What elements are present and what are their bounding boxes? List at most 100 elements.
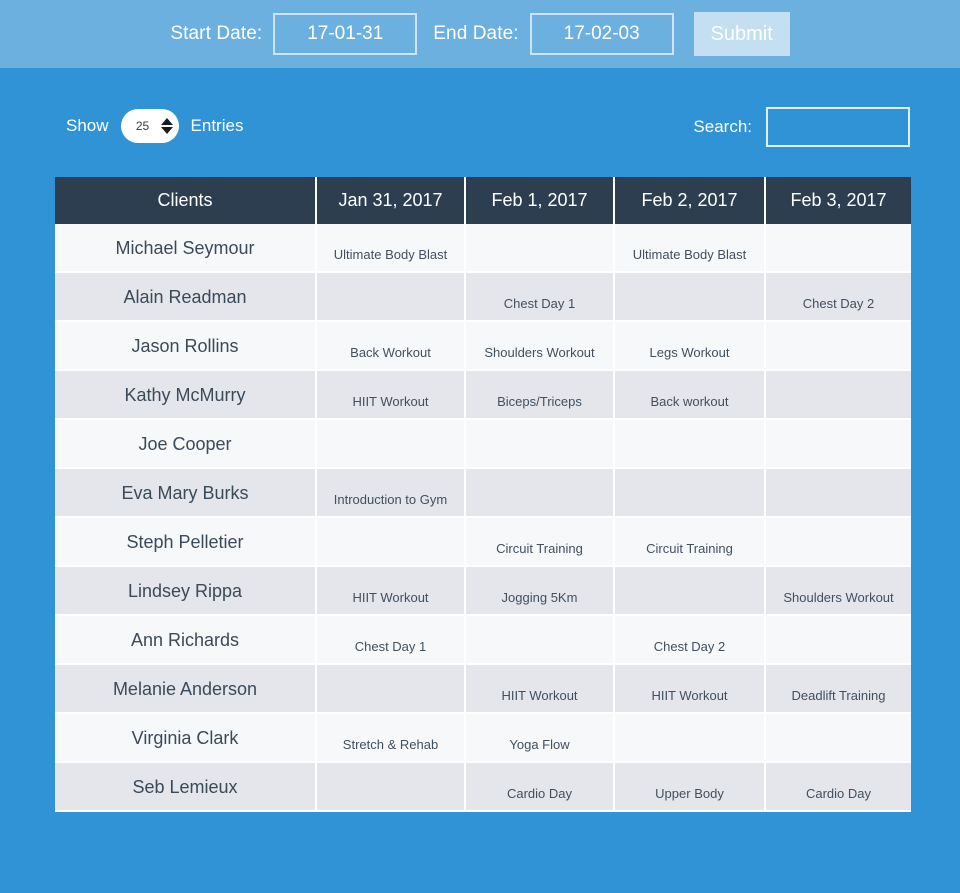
workout-cell[interactable]: Back workout	[614, 370, 766, 420]
workout-cell[interactable]: Ultimate Body Blast	[316, 224, 466, 273]
client-name-cell[interactable]: Ann Richards	[55, 615, 317, 665]
client-name-cell[interactable]: Alain Readman	[55, 272, 317, 322]
workout-text	[317, 290, 464, 303]
client-name-text: Steph Pelletier	[126, 531, 244, 552]
workout-cell[interactable]: Upper Body	[614, 762, 766, 812]
client-name-cell[interactable]: Melanie Anderson	[55, 664, 317, 714]
workout-cell[interactable]: Chest Day 1	[465, 272, 615, 322]
search-label: Search:	[693, 117, 752, 136]
workout-cell[interactable]: Shoulders Workout	[465, 321, 615, 371]
workout-cell[interactable]	[765, 370, 911, 420]
column-header-date-4[interactable]: Feb 3, 2017	[765, 177, 911, 224]
workout-text: HIIT Workout	[501, 687, 578, 703]
client-name-cell[interactable]: Steph Pelletier	[55, 517, 317, 567]
client-name-cell[interactable]: Michael Seymour	[55, 224, 317, 273]
table-row[interactable]: Ann Richards Chest Day 1 Chest Day 2	[55, 615, 911, 665]
workout-cell[interactable]: Introduction to Gym	[316, 468, 466, 518]
client-name-cell[interactable]: Virginia Clark	[55, 713, 317, 763]
workout-cell[interactable]	[316, 664, 466, 714]
workout-text: Circuit Training	[646, 540, 733, 556]
table-row[interactable]: Seb Lemieux Cardio Day Upper Body Cardio Da…	[55, 762, 911, 812]
table-row[interactable]: Jason Rollins Back Workout Shoulders Worko…	[55, 321, 911, 371]
workout-cell[interactable]: Chest Day 2	[765, 272, 911, 322]
workout-cell[interactable]	[316, 419, 466, 469]
client-name-cell[interactable]: Joe Cooper	[55, 419, 317, 469]
workout-cell[interactable]: Deadlift Training	[765, 664, 911, 714]
workout-cell[interactable]	[316, 272, 466, 322]
workout-cell[interactable]	[614, 713, 766, 763]
workout-cell[interactable]	[614, 419, 766, 469]
workout-cell[interactable]	[765, 713, 911, 763]
workout-text: Shoulders Workout	[484, 344, 595, 360]
client-name-cell[interactable]: Seb Lemieux	[55, 762, 317, 812]
column-header-clients[interactable]: Clients	[55, 177, 317, 224]
date-range-toolbar: Start Date: End Date: Submit	[0, 0, 960, 68]
workout-cell[interactable]: Yoga Flow	[465, 713, 615, 763]
workout-text: Cardio Day	[805, 785, 872, 801]
client-name-text: Jason Rollins	[131, 335, 239, 356]
workout-cell[interactable]	[614, 468, 766, 518]
column-header-date-2[interactable]: Feb 1, 2017	[465, 177, 615, 224]
workout-cell[interactable]: Ultimate Body Blast	[614, 224, 766, 273]
table-row[interactable]: Steph Pelletier Circuit Training Circuit T…	[55, 517, 911, 567]
table-row[interactable]: Joe Cooper	[55, 419, 911, 469]
end-date-label: End Date:	[433, 23, 519, 44]
workout-cell[interactable]: Cardio Day	[465, 762, 615, 812]
workout-cell[interactable]	[465, 468, 615, 518]
table-row[interactable]: Alain Readman Chest Day 1 Chest Day 2	[55, 272, 911, 322]
workout-cell[interactable]	[316, 517, 466, 567]
workout-cell[interactable]	[765, 468, 911, 518]
workout-cell[interactable]	[765, 321, 911, 371]
workout-cell[interactable]: Circuit Training	[465, 517, 615, 567]
workout-cell[interactable]: Circuit Training	[614, 517, 766, 567]
table-row[interactable]: Lindsey Rippa HIIT Workout Jogging 5Km Shou…	[55, 566, 911, 616]
table-row[interactable]: Michael Seymour Ultimate Body Blast Ultima…	[55, 224, 911, 273]
client-name-cell[interactable]: Jason Rollins	[55, 321, 317, 371]
workout-text	[615, 731, 764, 744]
workout-cell[interactable]: Cardio Day	[765, 762, 911, 812]
workout-cell[interactable]: Back Workout	[316, 321, 466, 371]
client-name-cell[interactable]: Kathy McMurry	[55, 370, 317, 420]
workout-cell[interactable]: HIIT Workout	[316, 566, 466, 616]
column-header-date-3[interactable]: Feb 2, 2017	[614, 177, 766, 224]
triangle-up-icon[interactable]	[160, 118, 173, 125]
client-name-cell[interactable]: Lindsey Rippa	[55, 566, 317, 616]
workout-cell[interactable]: HIIT Workout	[614, 664, 766, 714]
workout-cell[interactable]: Legs Workout	[614, 321, 766, 371]
triangle-down-icon[interactable]	[160, 127, 173, 134]
workout-cell[interactable]: HIIT Workout	[316, 370, 466, 420]
entries-stepper[interactable]: 25	[120, 109, 179, 143]
stepper-arrows[interactable]	[160, 118, 173, 134]
start-date-input[interactable]	[273, 13, 418, 55]
workout-cell[interactable]	[765, 224, 911, 273]
workout-cell[interactable]	[316, 762, 466, 812]
column-header-date-1[interactable]: Jan 31, 2017	[316, 177, 466, 224]
workout-cell[interactable]: Jogging 5Km	[465, 566, 615, 616]
client-name-text: Melanie Anderson	[112, 678, 258, 699]
workout-cell[interactable]: Shoulders Workout	[765, 566, 911, 616]
schedule-table: Clients Jan 31, 2017 Feb 1, 2017 Feb 2, …	[55, 177, 911, 812]
submit-button[interactable]: Submit	[693, 12, 790, 56]
workout-cell[interactable]	[465, 419, 615, 469]
entries-input-value[interactable]: 25	[125, 119, 161, 133]
workout-cell[interactable]: Stretch & Rehab	[316, 713, 466, 763]
workout-cell[interactable]	[465, 224, 615, 273]
workout-cell[interactable]	[465, 615, 615, 665]
workout-cell[interactable]	[765, 419, 911, 469]
workout-cell[interactable]	[765, 517, 911, 567]
client-name-text: Seb Lemieux	[132, 776, 238, 797]
table-row[interactable]: Virginia Clark Stretch & Rehab Yoga Flow	[55, 713, 911, 763]
table-row[interactable]: Kathy McMurry HIIT Workout Biceps/Triceps B…	[55, 370, 911, 420]
workout-cell[interactable]	[614, 566, 766, 616]
end-date-input[interactable]	[529, 13, 674, 55]
search-input[interactable]	[766, 107, 910, 147]
workout-cell[interactable]: Chest Day 1	[316, 615, 466, 665]
workout-cell[interactable]	[765, 615, 911, 665]
table-row[interactable]: Melanie Anderson HIIT Workout HIIT Workout…	[55, 664, 911, 714]
client-name-cell[interactable]: Eva Mary Burks	[55, 468, 317, 518]
workout-cell[interactable]: Chest Day 2	[614, 615, 766, 665]
workout-cell[interactable]	[614, 272, 766, 322]
workout-cell[interactable]: HIIT Workout	[465, 664, 615, 714]
table-row[interactable]: Eva Mary Burks Introduction to Gym	[55, 468, 911, 518]
workout-cell[interactable]: Biceps/Triceps	[465, 370, 615, 420]
